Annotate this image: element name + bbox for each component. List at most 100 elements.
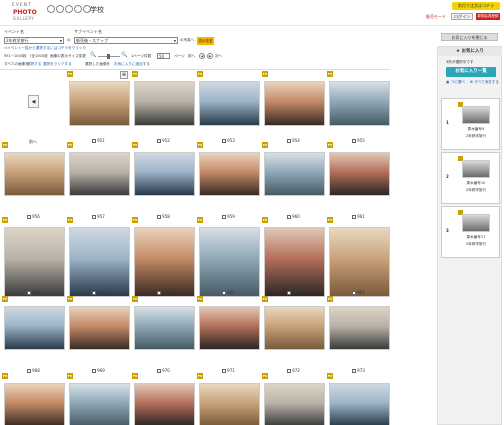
close-favorites-button[interactable]: お気に入りを閉じる [441, 33, 498, 41]
favorite-thumbnail[interactable] [462, 214, 490, 232]
photo-thumbnail[interactable] [4, 227, 65, 297]
add-favorite-icon[interactable]: FV [197, 373, 203, 379]
photo-checkbox[interactable] [352, 215, 357, 219]
photo-thumbnail[interactable] [69, 227, 130, 297]
sub-event-select[interactable]: 販売後・スナップ ▼ [74, 37, 178, 44]
add-favorite-icon[interactable]: FV [132, 373, 138, 379]
photo-select[interactable]: 966 [262, 290, 325, 295]
photo-select[interactable]: 953 [197, 138, 260, 143]
add-favorite-icon[interactable]: FV [262, 142, 268, 148]
add-favorite-icon[interactable]: FV [197, 217, 203, 223]
add-favorite-icon[interactable]: FV [327, 296, 333, 302]
photo-select[interactable]: 958 [132, 214, 195, 219]
photo-thumbnail[interactable] [4, 306, 65, 350]
photo-select[interactable]: 961 [327, 214, 390, 219]
photo-checkbox[interactable] [92, 291, 97, 295]
add-favorite-icon[interactable]: FV [327, 142, 333, 148]
select-all-link[interactable]: 選択する [27, 62, 41, 67]
add-favorite-icon[interactable]: FV [132, 142, 138, 148]
prev-page-button[interactable]: ◀ [28, 95, 39, 108]
fav-clear-link[interactable]: ⊠ すべて消去する [470, 80, 499, 85]
photo-select[interactable]: 956 [2, 214, 65, 219]
add-favorite-icon[interactable]: FV [2, 373, 8, 379]
add-favorite-icon[interactable]: FV [67, 217, 73, 223]
event-list-link[interactable]: ⇒イベント一覧から選択するにはコチラをクリック [4, 46, 86, 51]
photo-select[interactable]: 965 [197, 290, 260, 295]
perpage-select[interactable]: 50 [157, 53, 170, 59]
photo-checkbox[interactable] [157, 139, 162, 143]
photo-thumbnail[interactable] [329, 383, 390, 425]
photo-select[interactable]: 957 [67, 214, 130, 219]
add-favorite-icon[interactable]: FV [67, 71, 73, 77]
add-favorite-icon[interactable]: FV [327, 373, 333, 379]
photo-select[interactable]: 963 [67, 290, 130, 295]
photo-checkbox[interactable] [27, 215, 32, 219]
photo-select[interactable]: 951 [67, 138, 130, 143]
favorite-thumbnail[interactable] [462, 106, 490, 124]
photo-thumbnail[interactable] [329, 306, 390, 350]
photo-checkbox[interactable] [157, 215, 162, 219]
add-favorite-icon[interactable]: FV [197, 296, 203, 302]
photo-thumbnail[interactable] [199, 306, 260, 350]
photo-checkbox[interactable] [222, 139, 227, 143]
photo-select[interactable]: 960 [262, 214, 325, 219]
photo-thumbnail[interactable] [134, 152, 195, 196]
site-logo[interactable]: EVENT PHOTO GALLERY [12, 3, 40, 22]
add-favorite-icon[interactable]: FV [197, 142, 203, 148]
photo-thumbnail[interactable] [329, 227, 390, 297]
photo-checkbox[interactable] [92, 369, 97, 373]
event-select[interactable]: 2年修学旅行 ▼ [4, 37, 64, 44]
photo-checkbox[interactable] [352, 139, 357, 143]
photo-select[interactable]: 954 [262, 138, 325, 143]
prev-page-link[interactable]: 前へ [188, 54, 195, 59]
next-page-arrow-icon[interactable]: ▶ [207, 53, 213, 59]
register-button[interactable]: 新規会員登録 [476, 13, 500, 20]
photo-thumbnail[interactable] [69, 306, 130, 350]
photo-checkbox[interactable] [92, 139, 97, 143]
add-favorite-icon[interactable]: FV [262, 373, 268, 379]
photo-thumbnail[interactable] [134, 81, 195, 126]
photo-checkbox[interactable] [157, 291, 162, 295]
photo-thumbnail[interactable] [264, 306, 325, 350]
order-button[interactable]: 前月で注文はコチラ [452, 2, 500, 10]
prev-page-label[interactable]: 前へ [29, 139, 37, 145]
photo-thumbnail[interactable] [199, 227, 260, 297]
photo-checkbox[interactable] [27, 291, 32, 295]
add-favorite-icon[interactable]: FV [132, 217, 138, 223]
add-favorite-icon[interactable]: FV [327, 217, 333, 223]
mode-link[interactable]: 販売モード [426, 14, 446, 20]
add-favorite-icon[interactable]: FV [262, 71, 268, 77]
photo-thumbnail[interactable] [4, 152, 65, 196]
add-favorite-icon[interactable]: FV [197, 71, 203, 77]
photo-thumbnail[interactable] [329, 81, 390, 126]
photo-thumbnail[interactable] [69, 81, 130, 126]
zoom-icon[interactable]: ⊕ [120, 71, 128, 79]
photo-thumbnail[interactable] [199, 81, 260, 126]
photo-checkbox[interactable] [287, 139, 292, 143]
photo-thumbnail[interactable] [134, 383, 195, 425]
photo-checkbox[interactable] [222, 215, 227, 219]
add-favorite-icon[interactable]: FV [262, 217, 268, 223]
photo-select[interactable]: 962 [2, 290, 65, 295]
next-page-link[interactable]: 次へ [215, 54, 222, 59]
photo-checkbox[interactable] [287, 369, 292, 373]
photo-thumbnail[interactable] [329, 152, 390, 196]
photo-select[interactable]: 967 [327, 290, 390, 295]
add-favorite-icon[interactable]: FV [262, 296, 268, 302]
fav-select-link[interactable]: ▣ コピ選べ [446, 80, 465, 85]
add-fav-link[interactable]: お気に入りに追加する [114, 62, 150, 67]
add-favorite-icon[interactable]: FV [2, 142, 8, 148]
photo-checkbox[interactable] [92, 215, 97, 219]
favorite-item[interactable]: 1 周木番号4 2年修学旅行 [441, 98, 500, 150]
photo-thumbnail[interactable] [69, 383, 130, 425]
photo-select[interactable]: 959 [197, 214, 260, 219]
photo-thumbnail[interactable] [4, 383, 65, 425]
favorite-item[interactable]: 3 周木番号17 2年修学旅行 [441, 206, 500, 258]
size-slider[interactable] [98, 54, 120, 59]
photo-checkbox[interactable] [287, 215, 292, 219]
photo-checkbox[interactable] [352, 369, 357, 373]
favorite-item[interactable]: 2 周木番号10 2年修学旅行 [441, 152, 500, 204]
photo-select[interactable]: 952 [132, 138, 195, 143]
favorite-thumbnail[interactable] [462, 160, 490, 178]
photo-select[interactable]: 972 [262, 368, 325, 373]
